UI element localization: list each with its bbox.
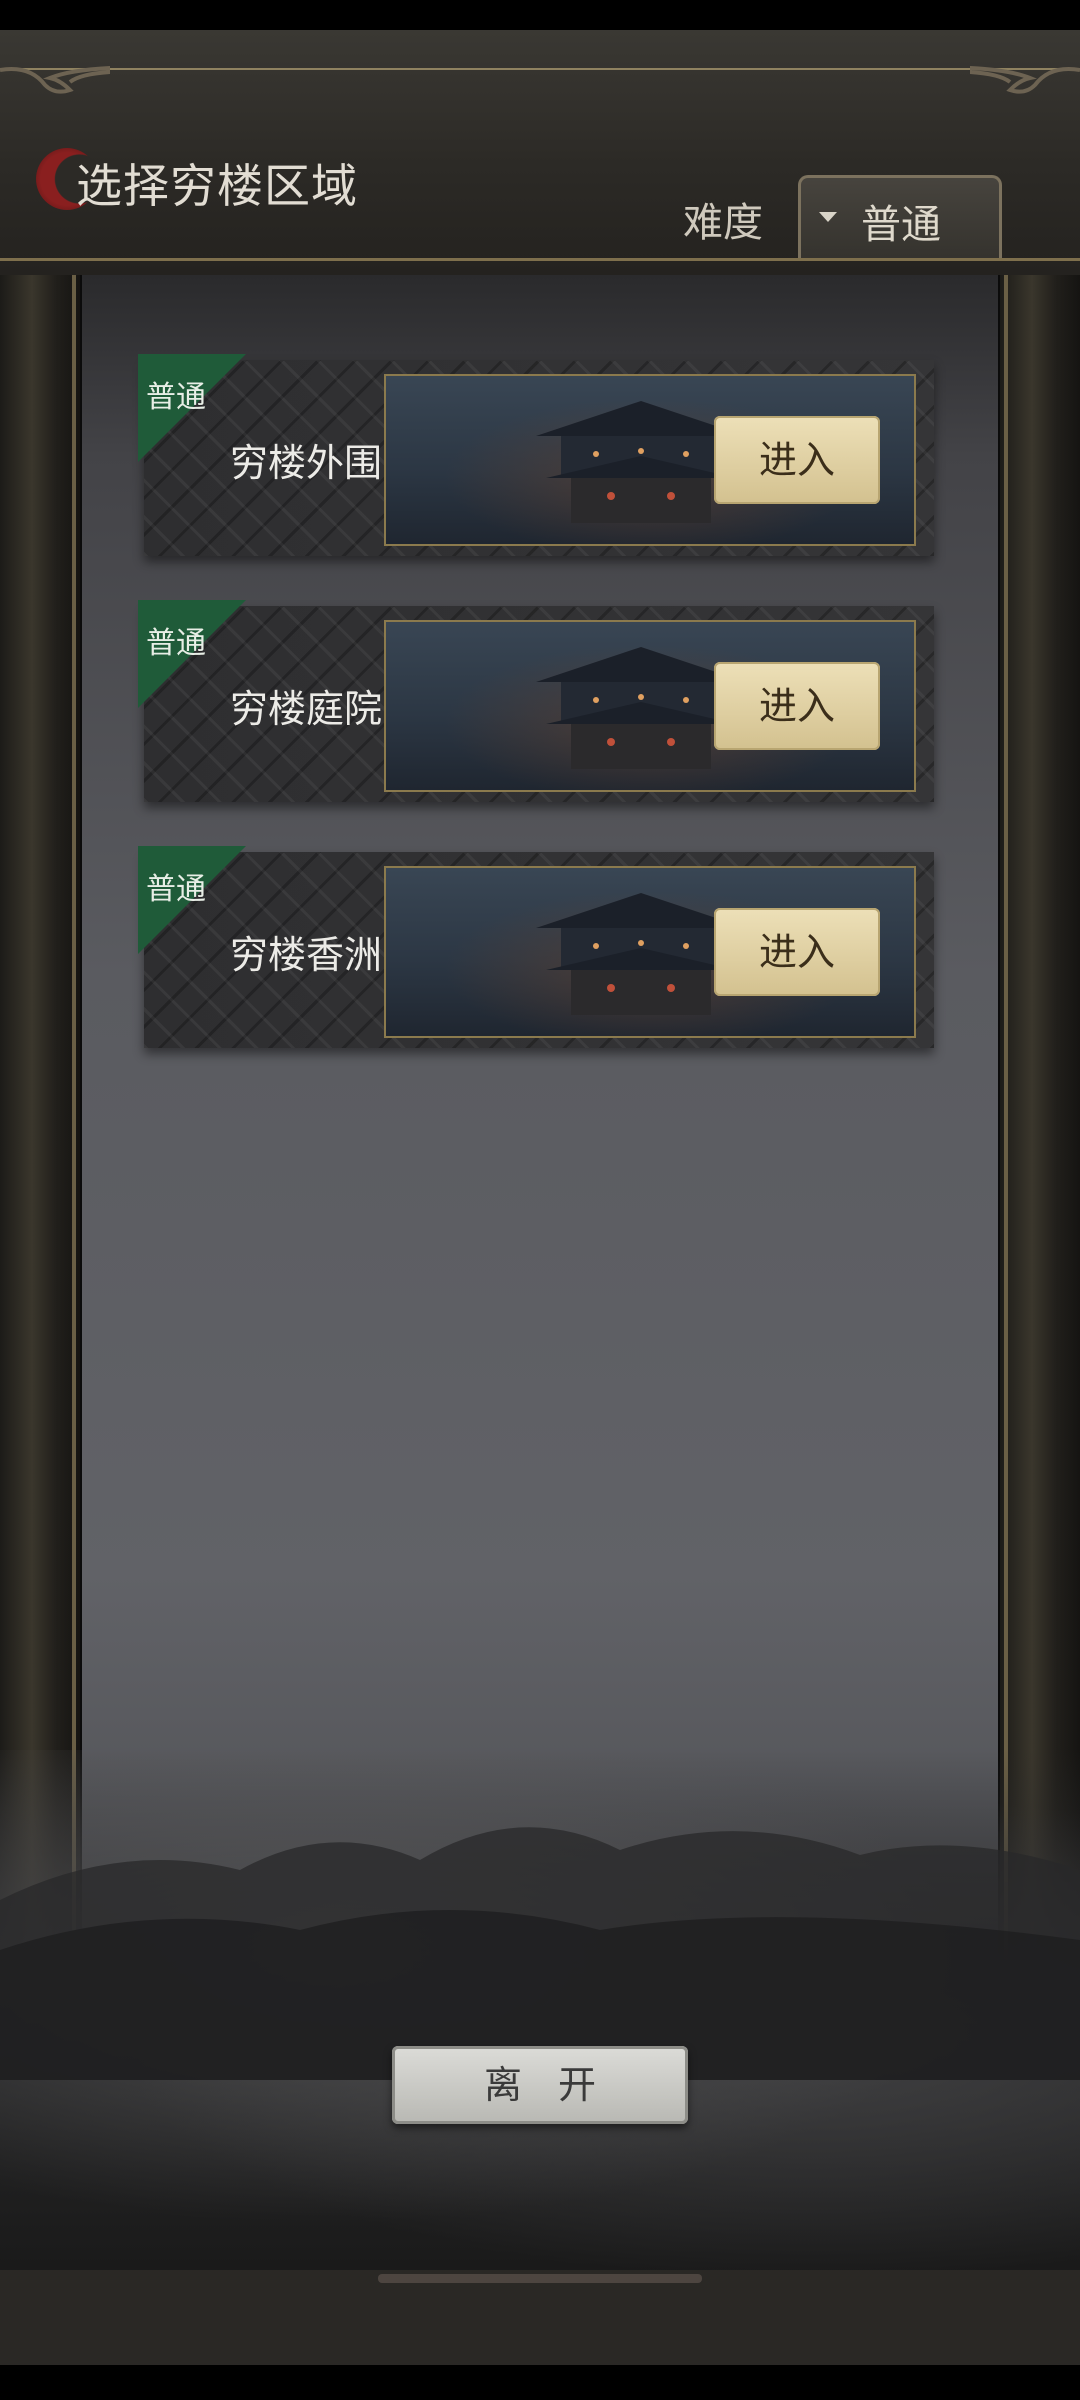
difficulty-tag-label: 普通 xyxy=(146,380,206,415)
difficulty-tag-label: 普通 xyxy=(146,872,206,907)
area-card: 普通 穷楼外围 进入 xyxy=(138,354,934,556)
bottom-handle xyxy=(378,2274,702,2283)
bottom-bar xyxy=(0,2270,1080,2365)
dropdown-caret-icon xyxy=(819,212,837,222)
enter-button[interactable]: 进入 xyxy=(714,662,880,750)
corner-ornament-right-icon xyxy=(970,65,1080,94)
area-name: 穷楼外围 xyxy=(230,441,383,485)
header-divider xyxy=(0,68,1080,70)
difficulty-select[interactable]: 普通 xyxy=(798,175,1002,261)
area-name: 穷楼香洲 xyxy=(230,933,383,977)
difficulty-label: 难度 xyxy=(683,200,763,246)
corner-ornament-left-icon xyxy=(0,65,110,94)
leave-button[interactable]: 离开 xyxy=(392,2046,688,2124)
page-title: 选择穷楼区域 xyxy=(76,159,358,213)
header-bottom-border xyxy=(0,258,1080,261)
mountain-silhouette xyxy=(0,1827,1080,2080)
difficulty-value: 普通 xyxy=(861,202,941,248)
difficulty-tag-label: 普通 xyxy=(146,626,206,661)
navigation-bar xyxy=(0,2365,1080,2400)
enter-button[interactable]: 进入 xyxy=(714,908,880,996)
status-bar xyxy=(0,0,1080,30)
area-card: 普通 穷楼庭院 进入 xyxy=(138,600,934,802)
enter-button[interactable]: 进入 xyxy=(714,416,880,504)
area-card: 普通 穷楼香洲 进入 xyxy=(138,846,934,1048)
area-name: 穷楼庭院 xyxy=(230,687,383,731)
